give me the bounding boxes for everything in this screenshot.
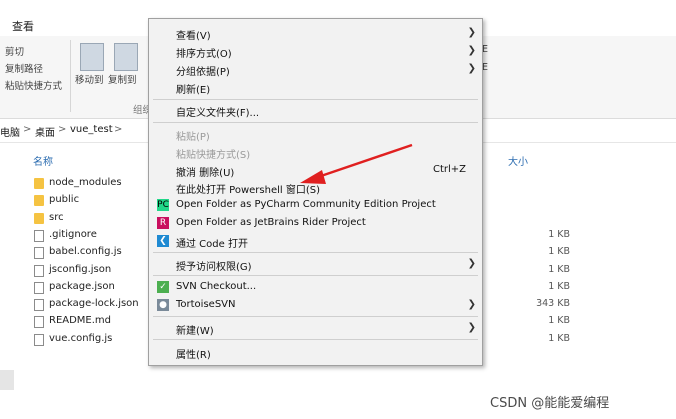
watermark: CSDN @能能爱编程 [490,396,610,411]
annotation-arrow [300,143,413,184]
